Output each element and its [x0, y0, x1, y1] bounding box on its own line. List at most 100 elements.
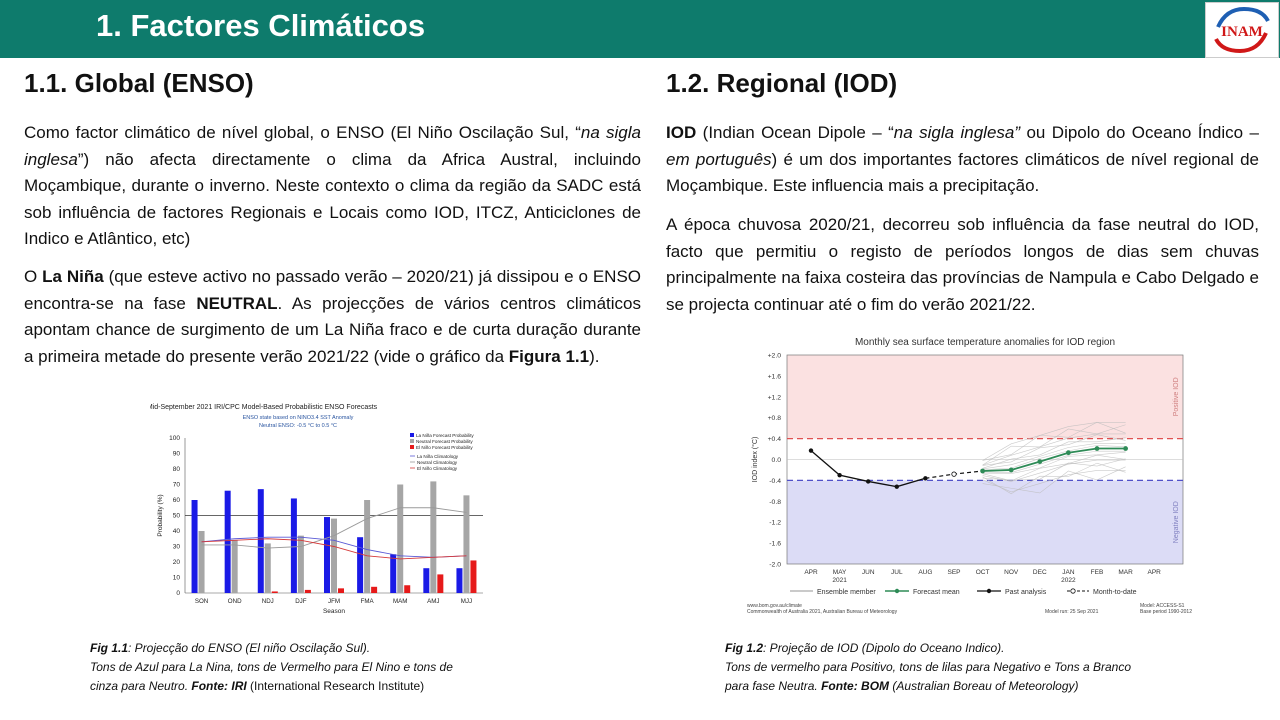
x-tick-label: DJF	[295, 598, 307, 605]
x-tick-label: NDJ	[262, 598, 274, 605]
bar-mjj	[456, 568, 463, 593]
inam-logo: INAM	[1205, 2, 1279, 58]
x-axis-label: Season	[323, 608, 345, 615]
legend-label: Ensemble member	[817, 589, 876, 596]
forecast-mean-point	[1123, 446, 1128, 451]
bar-amj	[437, 574, 444, 593]
x-tick-label: MAR	[1118, 569, 1133, 576]
bar-son	[198, 531, 205, 593]
figure-caption-1-1: Fig 1.1: Projecção do ENSO (El niño Osci…	[90, 639, 540, 696]
caption-text: : Projeção de IOD (Dipolo do Oceano Indi…	[763, 641, 1005, 655]
paragraph-iod-season: A época chuvosa 2020/21, decorreu sob in…	[666, 215, 1259, 314]
footer-copyright: Commonwealth of Australia 2021, Australi…	[747, 609, 898, 615]
y-tick-label: +1.2	[768, 394, 782, 401]
bar-mam	[390, 554, 397, 593]
bar-djf	[304, 589, 311, 593]
bar-ndj	[257, 489, 264, 593]
x-tick-label: DEC	[1033, 569, 1047, 576]
page-title: 1. Factores Climáticos	[96, 8, 426, 43]
bar-mjj	[470, 560, 477, 593]
bar-amj	[430, 481, 437, 593]
bar-fma	[364, 500, 371, 593]
legend-past-marker	[986, 588, 992, 594]
footer-model-run: Model run: 25 Sep 2021	[1045, 609, 1099, 615]
text-run-italic: na sigla inglesa”	[893, 123, 1021, 142]
x-tick-label: NOV	[1004, 569, 1019, 576]
x-tick-label: OND	[228, 598, 242, 605]
bar-mjj	[463, 495, 470, 593]
legend-label: Neutral Forecast Probability	[416, 439, 473, 444]
bar-son	[191, 500, 198, 593]
x-year-label: 2021	[832, 577, 847, 584]
legend-swatch	[410, 439, 414, 443]
caption-text: para fase Neutra.	[725, 679, 822, 693]
chart-subtitle: ENSO state based on NINO3.4 SST Anomaly	[243, 415, 354, 421]
text-run: ).	[589, 346, 600, 366]
bar-fma	[357, 537, 364, 593]
caption-text: Tons de vermelho para Positivo, tons de …	[725, 660, 1132, 674]
chart-title: Monthly sea surface temperature anomalie…	[855, 337, 1115, 348]
text-run-italic: em português	[666, 149, 772, 169]
caption-source: Fonte: BOM	[821, 679, 890, 693]
text-run: O	[24, 267, 43, 286]
y-tick-label: -1.6	[769, 541, 781, 548]
caption-text: : Projecção do ENSO (El niño Oscilação S…	[128, 641, 371, 655]
text-run-bold: IOD	[666, 123, 697, 142]
legend-label: Month-to-date	[1093, 589, 1137, 596]
y-axis-label: IOD index (°C)	[751, 437, 759, 483]
past-analysis-point	[866, 479, 871, 484]
y-tick-label: -1.2	[769, 520, 781, 527]
y-tick-label: 50	[173, 513, 181, 520]
y-tick-label: 30	[173, 544, 181, 551]
caption-text: (Australian Boreau of Meteorology)	[889, 679, 1079, 693]
text-run-bold: Figura 1.1	[508, 346, 590, 366]
past-analysis-point	[808, 448, 814, 453]
negative-band	[787, 480, 1183, 564]
chart-subtitle: Neutral ENSO: -0.5 °C to 0.5 °C	[259, 423, 337, 429]
forecast-mean-point	[980, 468, 985, 474]
text-run-bold: La Niña	[42, 267, 104, 286]
legend-label: La Niña Climatology	[417, 454, 459, 459]
x-tick-label: JFM	[328, 598, 340, 605]
x-year-label: 2022	[1061, 577, 1076, 584]
y-axis-label: Probability (%)	[157, 494, 164, 536]
legend-label: La Niña Forecast Probability	[416, 433, 474, 438]
forecast-mean-point	[1008, 467, 1014, 473]
paragraph-iod-intro: IOD (Indian Ocean Dipole – “na sigla ing…	[666, 120, 1259, 200]
x-tick-label: AUG	[918, 569, 932, 576]
bar-ndj	[271, 591, 278, 593]
y-tick-label: 80	[173, 466, 181, 473]
paragraph-enso-intro: Como factor climático de nível global, o…	[24, 120, 641, 253]
positive-band	[787, 355, 1183, 439]
y-tick-label: -2.0	[769, 562, 781, 569]
y-tick-label: +0.8	[768, 415, 782, 422]
bar-mam	[404, 585, 411, 593]
text-run: ou Dipolo do Oceano Índico –	[1020, 123, 1259, 142]
x-tick-label: MJJ	[461, 598, 472, 605]
y-tick-label: 40	[173, 528, 181, 535]
x-tick-label: FMA	[361, 598, 375, 605]
header-bar: 1. Factores Climáticos INAM	[0, 0, 1280, 58]
text-run-bold: NEUTRAL	[196, 293, 278, 313]
legend-label: Neutral Climatology	[417, 460, 458, 465]
bar-amj	[423, 568, 430, 593]
caption-text: Tons de Azul para La Nina, tons de Verme…	[90, 660, 453, 674]
past-analysis-point	[837, 472, 842, 478]
y-tick-label: 60	[173, 497, 181, 504]
y-tick-label: 100	[169, 435, 180, 442]
x-tick-label: MAM	[393, 598, 407, 605]
section-heading-global: 1.1. Global (ENSO)	[24, 68, 254, 98]
x-tick-label: APR	[804, 569, 818, 576]
y-tick-label: 70	[173, 482, 181, 489]
ensemble-member-line	[982, 454, 1126, 482]
bar-ond	[224, 490, 231, 593]
past-analysis-point	[894, 484, 899, 489]
forecast-mean-point	[1037, 459, 1043, 464]
caption-text: cinza para Neutro.	[90, 679, 192, 693]
caption-source: Fonte: IRI	[191, 679, 247, 693]
iod-forecast-chart: Monthly sea surface temperature anomalie…	[747, 337, 1192, 615]
positive-band-label: Positive IOD	[1173, 377, 1180, 416]
caption-label: Fig 1.1	[90, 641, 129, 655]
negative-band-label: Negative IOD	[1173, 501, 1180, 543]
x-tick-label: FEB	[1091, 569, 1104, 576]
